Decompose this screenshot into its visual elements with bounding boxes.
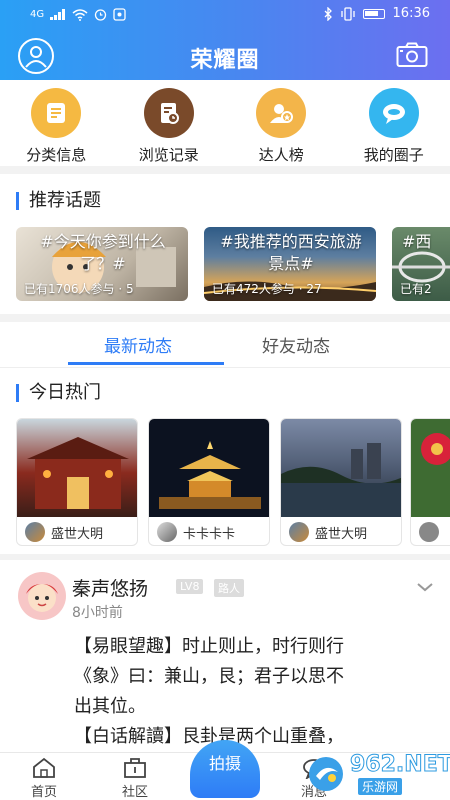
post-line: 【白话解讀】艮卦是两个山重叠， bbox=[74, 726, 344, 747]
my-circle-icon bbox=[368, 88, 419, 138]
network-type: 4G bbox=[30, 9, 45, 20]
bell-tower-image bbox=[149, 419, 269, 517]
signal-icon bbox=[50, 9, 66, 20]
watermark-main: 962.NET bbox=[350, 752, 450, 778]
status-time: 16:36 bbox=[392, 6, 430, 21]
post-more-button[interactable] bbox=[416, 578, 434, 597]
hot-section-title: 今日热门 bbox=[16, 384, 101, 402]
role-badge: 路人 bbox=[214, 579, 244, 597]
quicknav-label: 分类信息 bbox=[26, 146, 87, 164]
topic-title: #今天你参到什么了？# bbox=[40, 232, 166, 273]
flower-image bbox=[411, 419, 450, 517]
recommended-topics-section: 推荐话题 #今天你参到什么了？# 已有1706人参与 · 5 #我推荐的西安旅游… bbox=[0, 174, 450, 314]
quicknav-label: 我的圈子 bbox=[363, 146, 424, 164]
post-line: 【易眼望趣】时止则止，时行则行 bbox=[74, 636, 344, 657]
post-time: 8小时前 bbox=[72, 605, 123, 621]
chevron-down-icon bbox=[417, 583, 433, 592]
temple-image bbox=[17, 419, 137, 517]
status-bar: 4G 16:36 bbox=[0, 0, 450, 30]
topic-card[interactable]: #今天你参到什么了？# 已有1706人参与 · 5 bbox=[16, 227, 188, 301]
lake-night-image bbox=[281, 419, 401, 517]
quick-nav: 分类信息 浏览记录 达人榜 我的圈子 bbox=[0, 80, 450, 166]
hot-card[interactable] bbox=[410, 418, 450, 546]
quicknav-label: 浏览记录 bbox=[138, 146, 199, 164]
hot-card-footer: 卡卡卡卡 bbox=[157, 522, 235, 542]
hot-card[interactable]: 盛世大明 bbox=[16, 418, 138, 546]
quicknav-my-circle[interactable]: 我的圈子 bbox=[338, 80, 450, 166]
feed-tabs: 最新动态 好友动态 bbox=[0, 322, 450, 368]
topic-title: #我推荐的西安旅游景点# bbox=[220, 232, 362, 273]
hot-card-footer: 盛世大明 bbox=[25, 522, 103, 542]
quicknav-label: 达人榜 bbox=[258, 146, 304, 164]
topic-meta: 已有1706人参与 · 5 bbox=[24, 282, 134, 296]
hot-card-footer bbox=[419, 522, 445, 542]
nav-home-label: 首页 bbox=[30, 785, 57, 800]
post-line: 《象》曰：兼山，艮；君子以思不 bbox=[74, 666, 344, 687]
watermark-sub: 乐游网 bbox=[358, 778, 403, 795]
nav-community-label: 社区 bbox=[121, 785, 148, 800]
post-author-name[interactable]: 秦声悠扬 bbox=[72, 574, 148, 601]
vibrate-icon bbox=[340, 6, 355, 21]
topic-meta: 已有472人参与 · 27 bbox=[212, 282, 322, 296]
nav-home[interactable]: 首页 bbox=[14, 757, 74, 800]
wifi-icon bbox=[72, 8, 88, 21]
avatar bbox=[157, 522, 177, 542]
avatar[interactable] bbox=[18, 572, 66, 620]
hot-card-user: 盛世大明 bbox=[315, 526, 368, 542]
category-info-icon bbox=[31, 88, 82, 138]
community-icon bbox=[124, 758, 146, 778]
topic-card[interactable]: #我推荐的西安旅游景点# 已有472人参与 · 27 bbox=[204, 227, 376, 301]
expert-rank-icon bbox=[256, 88, 307, 138]
hot-card-user: 盛世大明 bbox=[51, 526, 104, 542]
hot-card[interactable]: 卡卡卡卡 bbox=[148, 418, 270, 546]
browse-history-icon bbox=[143, 88, 194, 138]
app-notification-icon bbox=[113, 8, 126, 21]
avatar bbox=[419, 522, 439, 542]
topic-meta: 已有2 bbox=[400, 282, 432, 296]
nav-community[interactable]: 社区 bbox=[105, 757, 165, 800]
battery-icon bbox=[362, 8, 385, 19]
site-watermark: 962.NET 乐游网 bbox=[306, 752, 450, 796]
app-screen: 4G 16:36 荣耀圈 分类信息 浏览记录 达人榜 我的圈子 推荐话题 #今天… bbox=[0, 0, 450, 800]
bluetooth-icon bbox=[324, 6, 332, 21]
status-right: 16:36 bbox=[323, 6, 430, 21]
today-hot-section: 今日热门 盛世大明 卡卡卡卡 盛世大明 bbox=[0, 368, 450, 554]
level-badge: LV8 bbox=[176, 579, 204, 594]
quicknav-category-info[interactable]: 分类信息 bbox=[0, 80, 113, 166]
hot-card[interactable]: 盛世大明 bbox=[280, 418, 402, 546]
title-bar: 荣耀圈 bbox=[0, 34, 450, 78]
tab-friends[interactable]: 好友动态 bbox=[262, 332, 330, 357]
tab-latest[interactable]: 最新动态 bbox=[104, 332, 172, 357]
active-tab-indicator bbox=[68, 362, 224, 365]
hot-card-footer: 盛世大明 bbox=[289, 522, 367, 542]
camera-icon bbox=[396, 42, 428, 67]
watermark-logo bbox=[309, 757, 343, 791]
quicknav-expert-rank[interactable]: 达人榜 bbox=[225, 80, 338, 166]
topic-card[interactable]: #西 已有2 bbox=[392, 227, 450, 301]
post-content: 【易眼望趣】时止则止，时行则行 《象》曰：兼山，艮；君子以思不 出其位。 【白话… bbox=[74, 632, 434, 752]
feed-post[interactable]: 秦声悠扬 LV8 路人 8小时前 【易眼望趣】时止则止，时行则行 《象》曰：兼山… bbox=[0, 560, 450, 760]
camera-button[interactable] bbox=[396, 42, 428, 68]
hot-card-user: 卡卡卡卡 bbox=[183, 526, 236, 542]
page-title: 荣耀圈 bbox=[190, 48, 260, 73]
home-icon bbox=[33, 757, 55, 778]
quicknav-browse-history[interactable]: 浏览记录 bbox=[113, 80, 226, 166]
avatar bbox=[289, 522, 309, 542]
alarm-icon bbox=[94, 9, 107, 21]
status-left: 4G bbox=[30, 8, 126, 21]
post-line: 出其位。 bbox=[74, 696, 146, 717]
topics-section-title: 推荐话题 bbox=[16, 192, 101, 210]
app-header: 4G 16:36 荣耀圈 bbox=[0, 0, 450, 80]
avatar bbox=[25, 522, 45, 542]
topic-title: #西 bbox=[402, 232, 432, 251]
